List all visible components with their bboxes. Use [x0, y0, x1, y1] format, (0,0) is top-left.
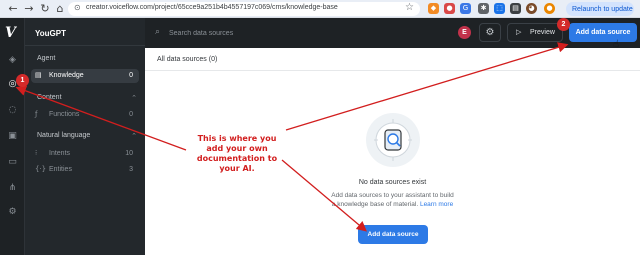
mouse-cursor-icon: ☝ [613, 39, 620, 50]
annotation-badge: 2 [557, 18, 570, 31]
annotation-badge: 1 [16, 74, 29, 87]
annotation-arrow [281, 159, 367, 232]
annotation-text: This is where you add your own documenta… [196, 134, 278, 173]
annotation-arrow [285, 42, 569, 131]
annotation-arrow [15, 85, 187, 151]
annotation-arrows [15, 42, 569, 232]
